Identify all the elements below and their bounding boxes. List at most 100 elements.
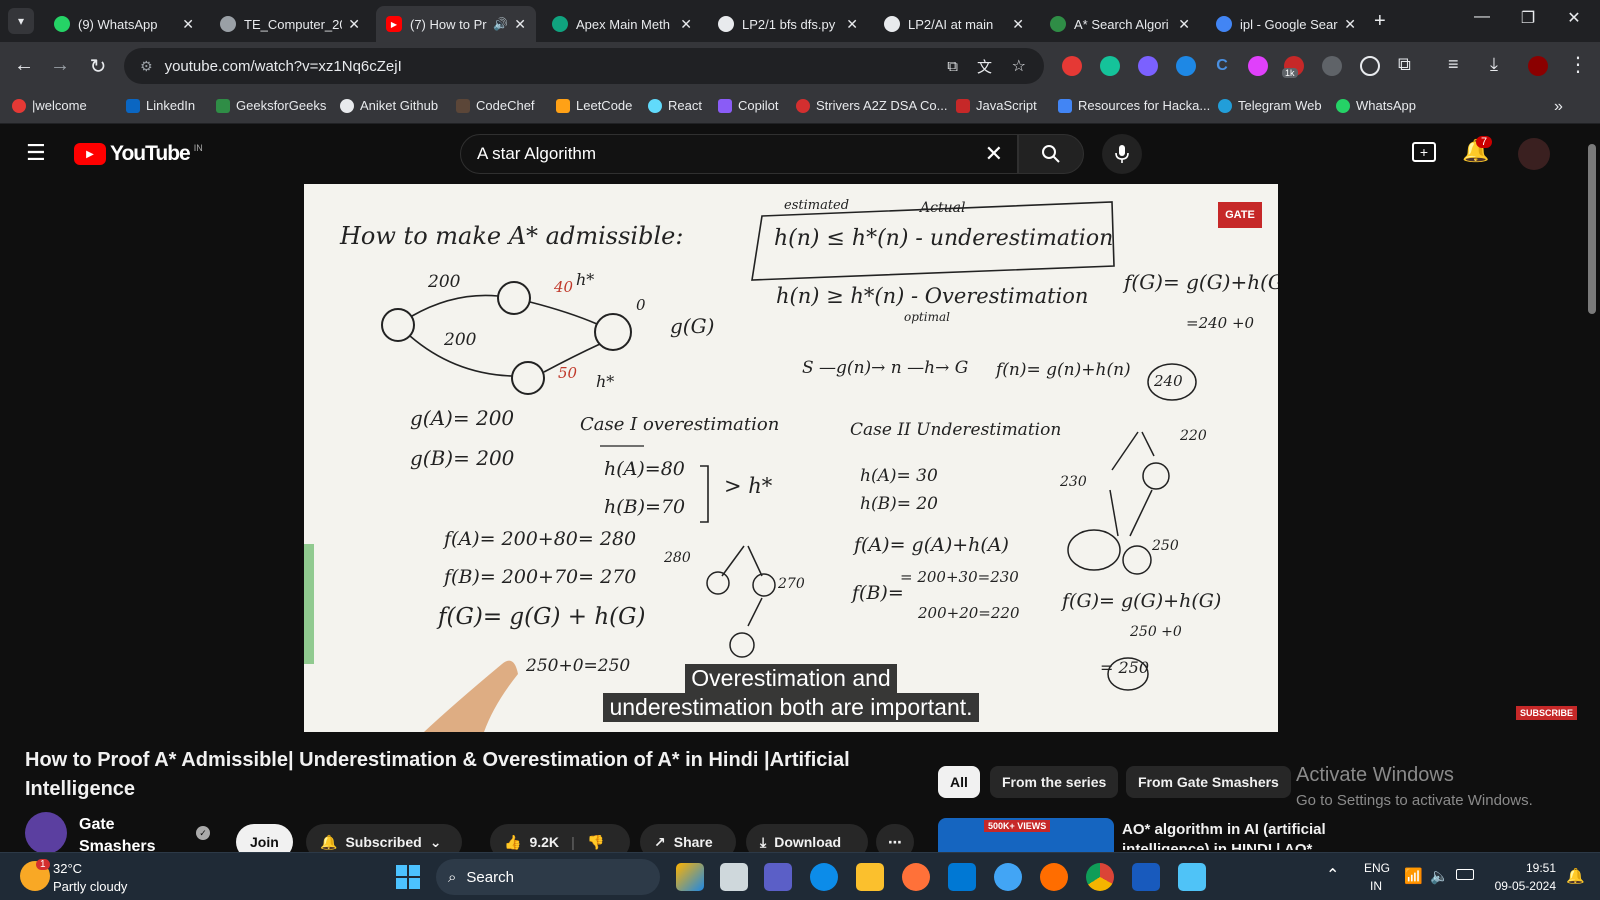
close-icon[interactable]: ✕	[846, 16, 858, 33]
bookmark-strivers[interactable]: Strivers A2Z DSA Co...	[796, 98, 948, 113]
video-player[interactable]: How to make A* admissible: estimated Act…	[304, 184, 1278, 732]
chip-from-the-series[interactable]: From the series	[990, 766, 1119, 798]
clear-search-icon[interactable]: ✕	[985, 141, 1003, 167]
recommended-thumbnail[interactable]: 500K+ VIEWS	[938, 818, 1114, 852]
teams-icon[interactable]	[764, 863, 792, 891]
download-icon[interactable]: ⤓	[1490, 54, 1498, 75]
search-button[interactable]	[1018, 134, 1084, 174]
notifications-bell-icon[interactable]: 🔔 7	[1462, 136, 1493, 164]
translate-icon[interactable]: 文	[977, 56, 992, 77]
restore-button[interactable]: ❐	[1508, 8, 1548, 28]
chip-all[interactable]: All	[938, 766, 980, 798]
puzzle-icon[interactable]: ⧉	[1398, 54, 1411, 75]
scrollbar-thumb[interactable]	[1588, 144, 1596, 314]
hamburger-menu-icon[interactable]: ☰	[26, 140, 46, 166]
bookmark-resources[interactable]: Resources for Hacka...	[1058, 98, 1210, 113]
tab-github-ai[interactable]: LP2/AI at main ✕	[874, 6, 1034, 42]
extension-icon[interactable]	[1248, 56, 1268, 76]
tab-te-computer[interactable]: TE_Computer_20 ✕	[210, 6, 370, 42]
tab-geeks-astar[interactable]: A* Search Algori ✕	[1040, 6, 1200, 42]
bookmark-telegram[interactable]: Telegram Web	[1218, 98, 1322, 113]
battery-icon[interactable]	[1456, 869, 1474, 880]
app-icon[interactable]	[994, 863, 1022, 891]
new-tab-button[interactable]: +	[1374, 10, 1386, 33]
page-scrollbar[interactable]	[1586, 134, 1598, 848]
bookmark-aniket-github[interactable]: Aniket Github	[340, 98, 438, 113]
extension-icon[interactable]	[1062, 56, 1082, 76]
site-info-icon[interactable]: ⚙	[140, 58, 153, 75]
close-icon[interactable]: ✕	[1178, 16, 1190, 33]
back-button[interactable]: ←	[12, 54, 36, 77]
bookmark-whatsapp[interactable]: WhatsApp	[1336, 98, 1416, 113]
tab-github-bfs[interactable]: LP2/1 bfs dfs.py ✕	[708, 6, 868, 42]
bookmark-codechef[interactable]: CodeChef	[456, 98, 535, 113]
extension-icon[interactable]: 1k	[1282, 56, 1304, 78]
extension-icon[interactable]	[1322, 56, 1342, 76]
voice-search-button[interactable]	[1102, 134, 1142, 174]
forward-button[interactable]: →	[48, 54, 72, 77]
file-explorer-icon[interactable]	[856, 863, 884, 891]
bookmark-copilot[interactable]: Copilot	[718, 98, 778, 113]
speaker-icon[interactable]: 🔊	[493, 17, 508, 31]
show-hidden-icons-chevron[interactable]: ⌃	[1326, 865, 1339, 885]
tab-search-dropdown[interactable]: ▾	[8, 8, 34, 34]
extension-icon[interactable]	[1360, 56, 1380, 76]
windows-start-icon[interactable]	[396, 865, 420, 889]
close-icon[interactable]: ✕	[1344, 16, 1356, 33]
edge-icon[interactable]	[810, 863, 838, 891]
minimize-button[interactable]: —	[1462, 8, 1502, 26]
search-input[interactable]: A star Algorithm ✕	[460, 134, 1018, 174]
bookmark-react[interactable]: React	[648, 98, 702, 113]
firefox-icon[interactable]	[902, 863, 930, 891]
address-bar[interactable]: ⚙ youtube.com/watch?v=xz1Nq6cZejI ⧉ 文 ☆	[124, 48, 1044, 84]
video-title: How to Proof A* Admissible| Underestimat…	[25, 749, 850, 800]
youtube-logo[interactable]: ▶ YouTube IN	[74, 142, 203, 166]
close-icon[interactable]: ✕	[1012, 16, 1024, 33]
chip-from-gate-smashers[interactable]: From Gate Smashers	[1126, 766, 1291, 798]
bookmark-geeksforgeeks[interactable]: GeeksforGeeks	[216, 98, 326, 113]
channel-avatar[interactable]	[25, 812, 67, 854]
copilot-taskbar-icon[interactable]	[676, 863, 704, 891]
bookmark-welcome[interactable]: |welcome	[12, 98, 87, 113]
vscode-icon[interactable]	[948, 863, 976, 891]
profile-avatar[interactable]	[1528, 56, 1548, 76]
recommended-title[interactable]: AO* algorithm in AI (artificial intellig…	[1122, 820, 1352, 850]
reload-button[interactable]: ↻	[86, 54, 110, 79]
account-avatar[interactable]	[1518, 138, 1550, 170]
chrome-icon[interactable]	[1086, 863, 1114, 891]
notification-center-icon[interactable]: 🔔	[1566, 867, 1585, 885]
bookmark-javascript[interactable]: JavaScript	[956, 98, 1037, 113]
subscribe-watermark[interactable]: SUBSCRIBE	[1516, 706, 1578, 720]
close-icon[interactable]: ✕	[182, 16, 194, 33]
volume-icon[interactable]: 🔈	[1430, 867, 1449, 885]
task-view-icon[interactable]	[720, 863, 748, 891]
tab-youtube-active[interactable]: ▶ (7) How to Pr 🔊 ✕	[376, 6, 536, 42]
grammarly-icon[interactable]	[1100, 56, 1120, 76]
close-icon[interactable]: ✕	[348, 16, 360, 33]
close-icon[interactable]: ✕	[514, 16, 526, 33]
create-video-icon[interactable]: +	[1412, 142, 1436, 162]
weather-icon[interactable]: 1	[20, 859, 50, 891]
menu-kebab-icon[interactable]: ⋮	[1568, 52, 1588, 77]
bookmark-linkedin[interactable]: LinkedIn	[126, 98, 195, 113]
thumbs-down-icon[interactable]: 👎	[587, 834, 604, 851]
extension-icon[interactable]	[1176, 56, 1196, 76]
close-icon[interactable]: ✕	[680, 16, 692, 33]
notepad-icon[interactable]	[1178, 863, 1206, 891]
postman-icon[interactable]	[1040, 863, 1068, 891]
tab-apex[interactable]: Apex Main Meth ✕	[542, 6, 702, 42]
close-window-button[interactable]: ✕	[1554, 8, 1594, 28]
thumbs-up-icon[interactable]: 👍	[504, 834, 521, 851]
extension-icon[interactable]	[1138, 56, 1158, 76]
bookmark-leetcode[interactable]: LeetCode	[556, 98, 632, 113]
tab-whatsapp[interactable]: (9) WhatsApp ✕	[44, 6, 204, 42]
bookmark-star-icon[interactable]: ☆	[1012, 56, 1026, 76]
extension-c-icon[interactable]: C	[1212, 56, 1232, 76]
word-icon[interactable]	[1132, 863, 1160, 891]
media-control-icon[interactable]: ≡	[1448, 54, 1459, 75]
open-in-app-icon[interactable]: ⧉	[947, 58, 958, 75]
tab-google-ipl[interactable]: ipl - Google Sear ✕	[1206, 6, 1366, 42]
wifi-icon[interactable]: 📶	[1404, 867, 1423, 885]
bookmarks-overflow-icon[interactable]: »	[1554, 98, 1563, 116]
taskbar-search-box[interactable]: ⌕ Search	[436, 859, 660, 895]
